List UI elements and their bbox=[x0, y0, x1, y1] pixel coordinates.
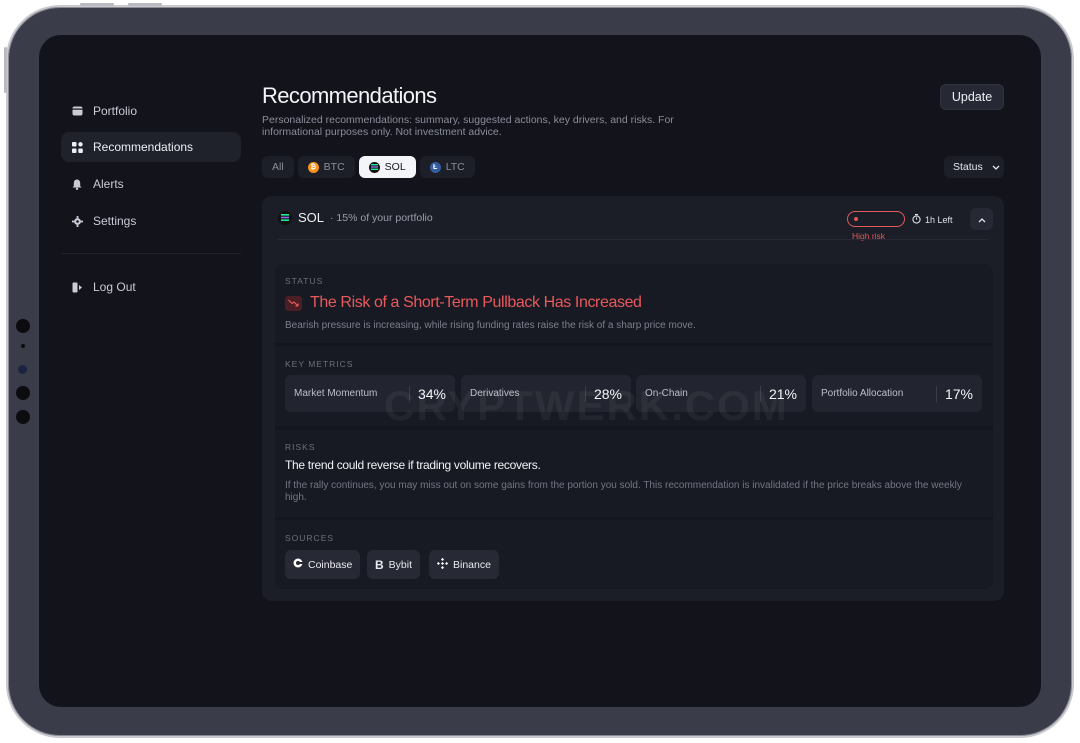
binance-icon bbox=[436, 557, 449, 572]
hardware-button bbox=[128, 3, 162, 6]
sources-section: SOURCES Coinbase B Bybit Binance bbox=[275, 520, 993, 589]
page-subtitle: Personalized recommendations: summary, s… bbox=[262, 114, 674, 138]
status-dropdown[interactable]: Status bbox=[944, 156, 1004, 178]
chevron-down-icon bbox=[992, 161, 1000, 173]
source-chip-coinbase[interactable]: Coinbase bbox=[285, 550, 361, 579]
metric-name: Portfolio Allocation bbox=[821, 388, 904, 399]
sidebar-item-alerts[interactable]: Alerts bbox=[61, 169, 241, 199]
timer-icon bbox=[912, 214, 921, 226]
logout-label: Log Out bbox=[93, 280, 136, 294]
hardware-button bbox=[80, 3, 114, 6]
page-title: Recommendations bbox=[262, 83, 437, 108]
sidebar-item-label: Settings bbox=[93, 214, 137, 228]
risk-indicator bbox=[847, 211, 905, 227]
portfolio-share: · 15% of your portfolio bbox=[330, 211, 433, 224]
bell-icon bbox=[71, 178, 83, 190]
bitcoin-icon: ₿ bbox=[307, 161, 319, 173]
update-button[interactable]: Update bbox=[940, 84, 1004, 110]
sidebar-item-recommendations[interactable]: Recommendations bbox=[61, 132, 241, 162]
asset-filter-tabs: All ₿ BTC SOL Ł LTC bbox=[262, 156, 475, 178]
risk-body: If the rally continues, you may miss out… bbox=[285, 480, 962, 503]
status-description: Bearish pressure is increasing, while ri… bbox=[285, 320, 696, 331]
tab-label: All bbox=[272, 161, 284, 173]
coinbase-icon bbox=[293, 558, 303, 571]
time-left-label: 1h Left bbox=[925, 215, 953, 225]
wallet-icon bbox=[71, 105, 83, 117]
risks-section: RISKS The trend could reverse if trading… bbox=[275, 430, 993, 517]
bybit-icon: B bbox=[375, 557, 384, 572]
status-section: STATUS The Risk of a Short-Term Pullback… bbox=[275, 264, 993, 343]
sidebar-item-label: Portfolio bbox=[93, 104, 138, 118]
tab-label: LTC bbox=[445, 161, 465, 173]
logout-button[interactable]: Log Out bbox=[61, 272, 241, 302]
status-title: The Risk of a Short-Term Pullback Has In… bbox=[285, 294, 642, 312]
section-label: RISKS bbox=[285, 442, 316, 452]
gear-icon bbox=[71, 215, 83, 227]
time-left: 1h Left bbox=[912, 214, 953, 226]
source-chip-bybit[interactable]: B Bybit bbox=[367, 550, 421, 579]
section-label: KEY METRICS bbox=[285, 359, 354, 369]
asset-name: SOL bbox=[298, 210, 325, 225]
source-name: Coinbase bbox=[308, 558, 353, 571]
solana-icon bbox=[278, 210, 292, 225]
tab-label: SOL bbox=[384, 161, 406, 173]
card-header-divider bbox=[278, 239, 988, 240]
sidebar-item-settings[interactable]: Settings bbox=[61, 206, 241, 236]
source-name: Bybit bbox=[388, 558, 413, 571]
card-header: SOL · 15% of your portfolio bbox=[278, 210, 433, 225]
tab-all[interactable]: All bbox=[262, 156, 294, 178]
trend-down-icon bbox=[285, 295, 302, 311]
tab-sol[interactable]: SOL bbox=[358, 156, 416, 178]
tab-ltc[interactable]: Ł LTC bbox=[419, 156, 475, 178]
app-screen: Portfolio Recommendations Alerts Setting… bbox=[39, 35, 1041, 707]
status-dropdown-label: Status bbox=[953, 161, 983, 173]
metric-value: 17% bbox=[935, 385, 973, 402]
sidebar-item-portfolio[interactable]: Portfolio bbox=[61, 96, 241, 126]
grid-icon bbox=[71, 141, 83, 153]
risk-headline: The trend could reverse if trading volum… bbox=[285, 458, 541, 472]
section-label: STATUS bbox=[285, 276, 324, 286]
logout-icon bbox=[71, 281, 83, 293]
sidebar-divider bbox=[61, 253, 241, 254]
watermark: CRYPTWERK.COM bbox=[384, 382, 789, 429]
sidebar-item-label: Recommendations bbox=[93, 140, 194, 154]
section-label: SOURCES bbox=[285, 533, 335, 543]
metric-name: Market Momentum bbox=[294, 388, 378, 399]
metric-card: Portfolio Allocation 17% bbox=[812, 375, 982, 412]
status-title-text: The Risk of a Short-Term Pullback Has In… bbox=[310, 294, 642, 311]
solana-icon bbox=[368, 161, 380, 173]
tab-label: BTC bbox=[323, 161, 345, 173]
source-name: Binance bbox=[453, 558, 491, 571]
hardware-button bbox=[4, 47, 7, 93]
source-chip-binance[interactable]: Binance bbox=[429, 550, 499, 579]
sidebar-item-label: Alerts bbox=[93, 177, 124, 191]
risk-dot bbox=[854, 217, 858, 221]
collapse-button[interactable] bbox=[970, 208, 993, 230]
chevron-up-icon bbox=[978, 210, 986, 228]
litecoin-icon: Ł bbox=[429, 161, 441, 173]
tab-btc[interactable]: ₿ BTC bbox=[297, 156, 355, 178]
